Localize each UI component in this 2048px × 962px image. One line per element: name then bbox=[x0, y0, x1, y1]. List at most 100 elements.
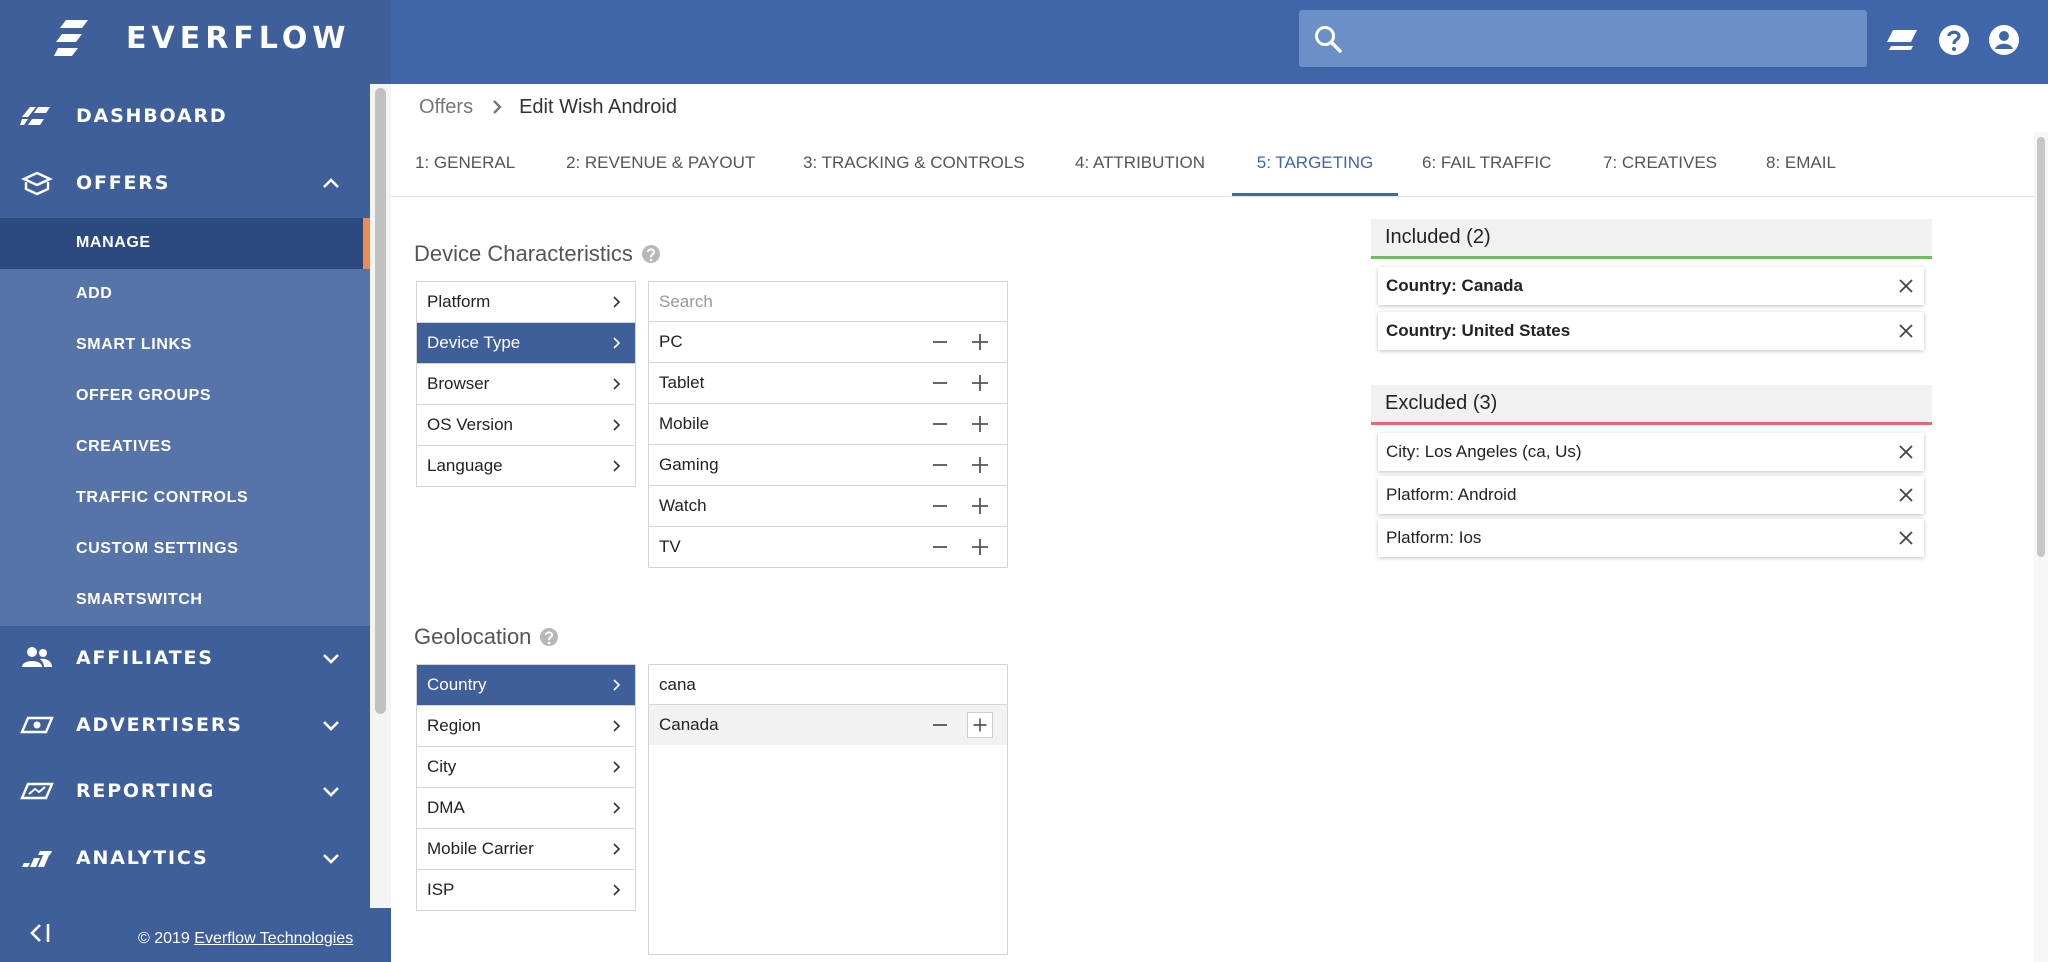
included-header: Included (2) bbox=[1371, 219, 1932, 259]
copyright-prefix: © 2019 bbox=[138, 930, 195, 947]
breadcrumb-offers[interactable]: Offers bbox=[419, 96, 473, 119]
nav-affiliates-label: AFFILIATES bbox=[76, 647, 214, 669]
tab-revenue-payout[interactable]: 2: REVENUE & PAYOUT bbox=[566, 132, 755, 196]
main-scrollbar[interactable] bbox=[2034, 132, 2048, 962]
reporting-icon bbox=[20, 782, 54, 800]
close-icon[interactable] bbox=[1898, 323, 1914, 339]
tab-targeting[interactable]: 5: TARGETING bbox=[1232, 132, 1398, 196]
chevron-right-icon bbox=[613, 337, 621, 349]
chip-label: Platform: Ios bbox=[1386, 528, 1482, 547]
subnav-smart-links[interactable]: SMART LINKS bbox=[0, 320, 370, 371]
include-plus-icon[interactable] bbox=[967, 534, 993, 560]
include-plus-icon[interactable] bbox=[967, 329, 993, 355]
category-label: Device Type bbox=[427, 333, 521, 352]
help-circle-icon[interactable] bbox=[539, 627, 559, 647]
subnav-smartswitch[interactable]: SMARTSWITCH bbox=[0, 575, 370, 626]
subnav-add[interactable]: ADD bbox=[0, 269, 370, 320]
copyright-link[interactable]: Everflow Technologies bbox=[194, 930, 353, 947]
geo-section-title: Geolocation bbox=[414, 624, 559, 650]
exclude-minus-icon[interactable] bbox=[929, 714, 951, 736]
main-scrollbar-thumb[interactable] bbox=[2037, 137, 2045, 557]
geo-category-list: Country Region City DMA Mobile Carrier I… bbox=[416, 664, 636, 911]
exclude-minus-icon[interactable] bbox=[929, 372, 951, 394]
help-circle-icon[interactable] bbox=[641, 244, 661, 264]
include-plus-icon[interactable] bbox=[967, 452, 993, 478]
subnav-custom-settings[interactable]: CUSTOM SETTINGS bbox=[0, 524, 370, 575]
sidebar-scrollbar-thumb[interactable] bbox=[375, 88, 386, 714]
analytics-icon bbox=[22, 851, 52, 867]
messages-icon[interactable] bbox=[1887, 24, 1919, 56]
option-row: Gaming bbox=[649, 445, 1007, 486]
exclude-minus-icon[interactable] bbox=[929, 413, 951, 435]
subnav-creatives[interactable]: CREATIVES bbox=[0, 422, 370, 473]
geo-options-search[interactable] bbox=[649, 665, 1007, 705]
exclude-minus-icon[interactable] bbox=[929, 454, 951, 476]
category-label: Region bbox=[427, 716, 481, 735]
tab-creatives[interactable]: 7: CREATIVES bbox=[1603, 132, 1717, 196]
sidebar: EVERFLOW DASHBOARD OFFERS MANAGE ADD SMA… bbox=[0, 0, 391, 962]
chevron-down-icon[interactable] bbox=[320, 848, 342, 868]
nav-analytics[interactable]: ANALYTICS bbox=[0, 828, 370, 888]
offers-submenu: MANAGE ADD SMART LINKS OFFER GROUPS CREA… bbox=[0, 218, 370, 626]
exclude-minus-icon[interactable] bbox=[929, 495, 951, 517]
user-account-icon[interactable] bbox=[1988, 24, 2020, 56]
category-dma[interactable]: DMA bbox=[417, 788, 635, 829]
category-label: Mobile Carrier bbox=[427, 839, 534, 858]
device-options-search[interactable] bbox=[649, 282, 1007, 322]
category-os-version[interactable]: OS Version bbox=[417, 405, 635, 446]
subnav-offer-groups[interactable]: OFFER GROUPS bbox=[0, 371, 370, 422]
nav-dashboard-label: DASHBOARD bbox=[76, 105, 228, 127]
chevron-up-icon[interactable] bbox=[320, 173, 342, 193]
chevron-right-icon bbox=[613, 460, 621, 472]
geo-options-panel: Canada bbox=[648, 664, 1008, 955]
subnav-traffic-controls-label: TRAFFIC CONTROLS bbox=[76, 489, 249, 506]
device-category-list: Platform Device Type Browser OS Version … bbox=[416, 281, 636, 487]
close-icon[interactable] bbox=[1898, 487, 1914, 503]
category-platform[interactable]: Platform bbox=[417, 282, 635, 323]
exclude-minus-icon[interactable] bbox=[929, 331, 951, 353]
subnav-manage[interactable]: MANAGE bbox=[0, 218, 370, 269]
nav-reporting[interactable]: REPORTING bbox=[0, 761, 370, 821]
nav-reporting-label: REPORTING bbox=[76, 780, 216, 802]
tab-tracking-controls[interactable]: 3: TRACKING & CONTROLS bbox=[803, 132, 1025, 196]
help-icon[interactable] bbox=[1938, 24, 1970, 56]
affiliates-icon bbox=[22, 647, 52, 667]
category-country[interactable]: Country bbox=[417, 665, 635, 706]
sidebar-scrollbar[interactable] bbox=[370, 84, 391, 908]
include-plus-icon[interactable] bbox=[967, 493, 993, 519]
nav-affiliates[interactable]: AFFILIATES bbox=[0, 628, 370, 688]
chevron-down-icon[interactable] bbox=[320, 715, 342, 735]
nav-offers[interactable]: OFFERS bbox=[0, 153, 370, 213]
include-plus-icon[interactable] bbox=[967, 411, 993, 437]
category-label: Platform bbox=[427, 292, 491, 311]
nav-advertisers[interactable]: ADVERTISERS bbox=[0, 695, 370, 755]
close-icon[interactable] bbox=[1898, 444, 1914, 460]
chevron-down-icon[interactable] bbox=[320, 781, 342, 801]
global-search[interactable] bbox=[1299, 10, 1867, 67]
brand-logo[interactable]: EVERFLOW bbox=[54, 18, 350, 58]
included-chip: Country: United States bbox=[1378, 312, 1924, 350]
close-icon[interactable] bbox=[1898, 278, 1914, 294]
include-plus-icon[interactable] bbox=[967, 370, 993, 396]
tab-attribution[interactable]: 4: ATTRIBUTION bbox=[1075, 132, 1205, 196]
tab-fail-traffic[interactable]: 6: FAIL TRAFFIC bbox=[1422, 132, 1551, 196]
chip-label: Platform: Android bbox=[1386, 485, 1517, 504]
subnav-traffic-controls[interactable]: TRAFFIC CONTROLS bbox=[0, 473, 370, 524]
category-isp[interactable]: ISP bbox=[417, 870, 635, 910]
close-icon[interactable] bbox=[1898, 530, 1914, 546]
category-city[interactable]: City bbox=[417, 747, 635, 788]
chevron-down-icon[interactable] bbox=[320, 648, 342, 668]
tab-email[interactable]: 8: EMAIL bbox=[1766, 132, 1836, 196]
collapse-sidebar-icon[interactable] bbox=[28, 922, 54, 944]
category-language[interactable]: Language bbox=[417, 446, 635, 486]
category-mobile-carrier[interactable]: Mobile Carrier bbox=[417, 829, 635, 870]
include-plus-icon[interactable] bbox=[967, 712, 993, 738]
subnav-custom-settings-label: CUSTOM SETTINGS bbox=[76, 540, 239, 557]
search-input[interactable] bbox=[1355, 20, 1849, 58]
tab-general[interactable]: 1: GENERAL bbox=[415, 132, 515, 196]
category-device-type[interactable]: Device Type bbox=[417, 323, 635, 364]
category-region[interactable]: Region bbox=[417, 706, 635, 747]
category-browser[interactable]: Browser bbox=[417, 364, 635, 405]
exclude-minus-icon[interactable] bbox=[929, 536, 951, 558]
nav-dashboard[interactable]: DASHBOARD bbox=[0, 86, 370, 146]
